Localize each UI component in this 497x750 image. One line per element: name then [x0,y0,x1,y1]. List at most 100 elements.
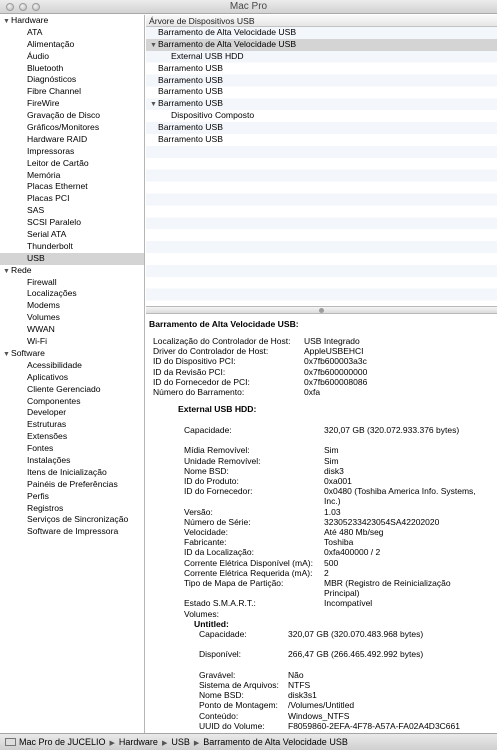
sidebar-item-paineis-de-preferencias[interactable]: Painéis de Preferências [0,479,144,491]
tree-row-label: Barramento USB [158,74,223,85]
sidebar-item-firewire[interactable]: FireWire [0,98,144,110]
tree-row-label: Barramento USB [158,98,223,109]
tree-row[interactable]: ▼Barramento de Alta Velocidade USB [146,38,497,52]
property-value: Não [288,669,304,680]
tree-row[interactable]: Barramento USB [146,63,497,75]
window-title: Mac Pro [229,1,268,12]
path-crumb-mac-pro-de-jucelio[interactable]: Mac Pro de JUCELIO [19,734,106,750]
sidebar-item-modems[interactable]: Modems [0,300,144,312]
property-key: Mídia Removível: [184,445,250,456]
tree-row[interactable]: Dispositivo Composto [146,110,497,122]
property-key: ID da Localização: [184,547,254,558]
tree-row[interactable]: Barramento USB [146,134,497,146]
sidebar-item-ata[interactable]: ATA [0,27,144,39]
sidebar-item-placas-ethernet[interactable]: Placas Ethernet [0,181,144,193]
property-value: F8059860-2EFA-4F78-A57A-FA02A4D3C661 [288,720,460,731]
sidebar-item-extensoes[interactable]: Extensões [0,431,144,443]
sidebar-item-perfis[interactable]: Perfis [0,491,144,503]
disclosure-triangle-icon[interactable]: ▼ [3,16,11,28]
sidebar-item-volumes[interactable]: Volumes [0,312,144,324]
sidebar-item-leitor-de-cartao[interactable]: Leitor de Cartão [0,158,144,170]
sidebar-section-hardware[interactable]: ▼Hardware [0,15,144,27]
sidebar-item-usb[interactable]: USB [0,252,144,265]
sidebar-item-firewall[interactable]: Firewall [0,277,144,289]
sidebar-item-diagnosticos[interactable]: Diagnósticos [0,74,144,86]
sidebar-item-audio[interactable]: Áudio [0,51,144,63]
property-key: Tipo de Mapa de Partição: [184,578,284,588]
property-value: MBR (Registro de Reinicialização Princip… [324,578,451,599]
sidebar-item-bluetooth[interactable]: Bluetooth [0,63,144,75]
volume-title: Untitled: [194,618,229,629]
sidebar-item-localizacoes[interactable]: Localizações [0,288,144,300]
tree-column-header[interactable]: Árvore de Dispositivos USB [146,15,497,27]
path-crumb-hardware[interactable]: Hardware [119,734,158,750]
sidebar-item-memoria[interactable]: Memória [0,170,144,182]
sidebar-item-alimentacao[interactable]: Alimentação [0,39,144,51]
property-key: Conteúdo: [199,710,239,721]
disclosure-triangle-icon[interactable]: ▼ [3,266,11,278]
tree-row-label: Barramento USB [158,122,223,133]
property-key: Número de Série: [184,516,251,527]
sidebar-item-developer[interactable]: Developer [0,407,144,419]
tree-row-label: External USB HDD [171,50,244,61]
sidebar-item-impressoras[interactable]: Impressoras [0,146,144,158]
sidebar-item-fibre-channel[interactable]: Fibre Channel [0,86,144,98]
sidebar-item-acessibilidade[interactable]: Acessibilidade [0,360,144,372]
property-key: Corrente Elétrica Requerida (mA): [184,567,313,578]
sidebar-section-software[interactable]: ▼Software [0,348,144,360]
property-key: Nome BSD: [184,465,229,476]
property-value: 32305233423054SA42202020 [324,516,440,527]
tree-row[interactable]: ▼Barramento USB [146,98,497,110]
tree-row[interactable]: External USB HDD [146,51,497,63]
sidebar-item-sas[interactable]: SAS [0,205,144,217]
disclosure-triangle-icon[interactable]: ▼ [150,40,158,52]
chevron-right-icon: ▶ [109,740,115,747]
sidebar-item-gravacao-de-disco[interactable]: Gravação de Disco [0,110,144,122]
sidebar-item-cliente-gerenciado[interactable]: Cliente Gerenciado [0,384,144,396]
property-key: ID da Revisão PCI: [153,366,226,377]
sidebar-item-componentes[interactable]: Componentes [0,396,144,408]
sidebar-item-wi-fi[interactable]: Wi-Fi [0,336,144,348]
title-bar: Mac Pro [0,0,497,14]
tree-row-label: Barramento USB [158,134,223,145]
property-key: Sistema de Arquivos: [199,680,279,690]
sidebar-item-hardware-raid[interactable]: Hardware RAID [0,134,144,146]
property-value: disk3 [324,465,344,476]
sidebar-section-label: Rede [11,264,32,275]
sidebar-item-thunderbolt[interactable]: Thunderbolt [0,241,144,253]
property-value: Toshiba [324,537,354,548]
sidebar-item-servicos-de-sincronizacao[interactable]: Serviços de Sincronização [0,514,144,526]
sidebar-item-graficos-monitores[interactable]: Gráficos/Monitores [0,122,144,134]
sidebar-item-fontes[interactable]: Fontes [0,443,144,455]
pane-splitter[interactable] [146,306,497,314]
tree-row[interactable]: Barramento USB [146,122,497,134]
tree-row[interactable]: Barramento USB [146,86,497,98]
tree-row[interactable]: Barramento USB [146,75,497,87]
tree-row[interactable]: Barramento de Alta Velocidade USB [146,27,497,39]
property-key: ID do Fornecedor de PCI: [153,376,250,387]
sidebar-item-software-de-impressora[interactable]: Software de Impressora [0,526,144,538]
sidebar-item-estruturas[interactable]: Estruturas [0,419,144,431]
sidebar-item-instalacoes[interactable]: Instalações [0,455,144,467]
property-value: /Volumes/Untitled [288,700,355,711]
property-value: 2 [324,567,329,578]
sidebar-section-rede[interactable]: ▼Rede [0,265,144,277]
property-key: Versão: [184,506,213,517]
property-value: Windows_NTFS [288,710,350,721]
sidebar-item-aplicativos[interactable]: Aplicativos [0,372,144,384]
path-crumb-barramento-de-alta-velocidade-usb[interactable]: Barramento de Alta Velocidade USB [203,734,348,750]
sidebar: ▼Hardware ATA Alimentação Áudio Bluetooth Dia… [0,15,145,733]
path-crumb-usb[interactable]: USB [171,734,190,750]
property-value: Sim [324,455,339,466]
property-key: ID do Dispositivo PCI: [153,356,236,367]
sidebar-item-wwan[interactable]: WWAN [0,324,144,336]
sidebar-item-scsi-paralelo[interactable]: SCSI Paralelo [0,217,144,229]
sidebar-item-placas-pci[interactable]: Placas PCI [0,193,144,205]
sidebar-item-serial-ata[interactable]: Serial ATA [0,229,144,241]
sidebar-item-itens-de-inicializacao[interactable]: Itens de Inicialização [0,467,144,479]
sidebar-item-registros[interactable]: Registros [0,503,144,515]
disclosure-triangle-icon[interactable]: ▼ [3,349,11,361]
tree-row-label: Barramento USB [158,86,223,97]
disclosure-triangle-icon[interactable]: ▼ [150,99,158,111]
tree-row-label: Barramento USB [158,62,223,73]
